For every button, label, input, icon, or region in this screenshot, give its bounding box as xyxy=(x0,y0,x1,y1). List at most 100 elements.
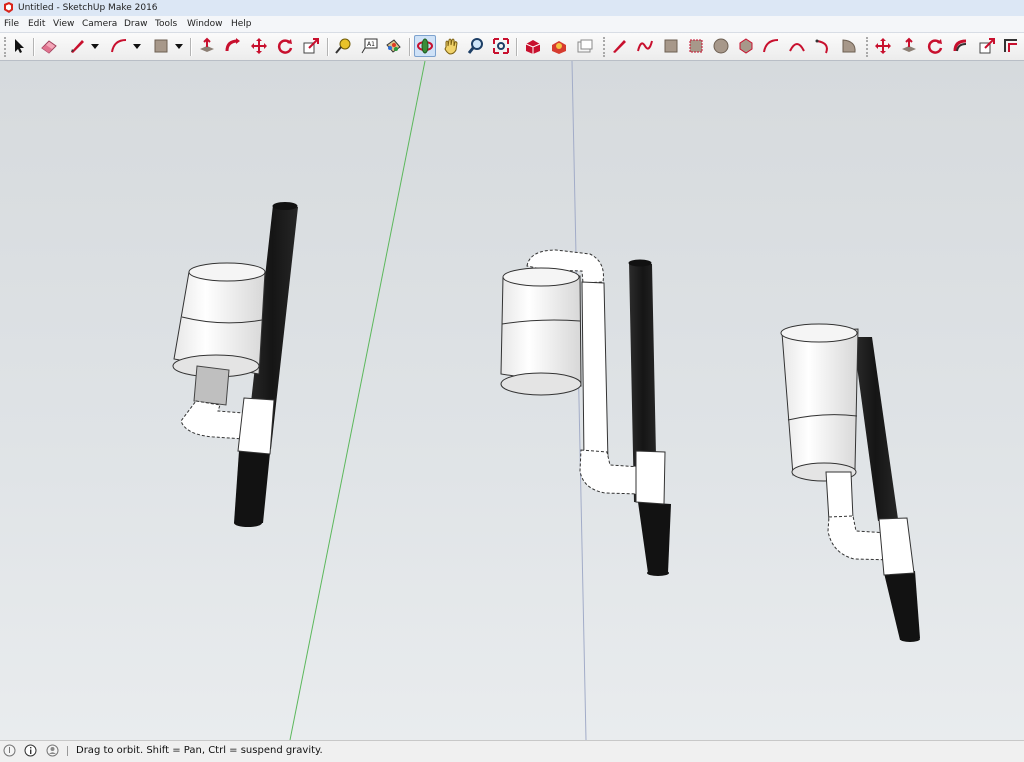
nozzle-tip xyxy=(900,636,920,642)
rotated-rectangle-icon xyxy=(689,39,703,53)
toolbar-grip[interactable] xyxy=(603,37,607,57)
move-tool-button[interactable] xyxy=(248,35,270,57)
pipe-tee xyxy=(878,517,915,576)
canister-top xyxy=(780,323,858,343)
tape-measure-tool-button[interactable] xyxy=(332,35,354,57)
pipe-tee xyxy=(635,450,666,505)
tube-top-cap xyxy=(628,259,652,267)
circle-icon xyxy=(713,38,729,54)
paint-bucket-icon xyxy=(386,39,401,53)
toolbar-grip[interactable] xyxy=(866,37,870,57)
paint-bucket-tool-button[interactable] xyxy=(382,35,404,57)
offset-icon xyxy=(1004,39,1017,52)
nozzle-tip xyxy=(234,519,262,527)
black-tube xyxy=(853,337,898,521)
nozzle-tip xyxy=(647,570,669,576)
canister-top xyxy=(188,262,266,282)
3-point-arc-tool-button[interactable] xyxy=(812,35,834,57)
arc-2-tool-button[interactable] xyxy=(760,35,782,57)
title-bar: Untitled - SketchUp Make 2016 xyxy=(0,0,1024,17)
follow-me-tool-button[interactable] xyxy=(222,35,244,57)
select-arrow-icon xyxy=(15,39,24,53)
freehand-tool-button[interactable] xyxy=(634,35,656,57)
pie-tool-button[interactable] xyxy=(838,35,860,57)
tube-nozzle xyxy=(884,571,920,640)
eraser-icon xyxy=(41,40,57,54)
scale-icon xyxy=(979,38,995,54)
orbit-tool-button[interactable] xyxy=(414,35,436,57)
model-scene xyxy=(172,61,920,740)
push-pull-icon xyxy=(902,37,916,52)
main-toolbar: A1 xyxy=(0,33,1024,61)
push-pull-2-tool-button[interactable] xyxy=(898,35,920,57)
geo-location-icon[interactable] xyxy=(3,744,16,757)
line-tool-button[interactable] xyxy=(66,35,88,57)
menu-tools[interactable]: Tools xyxy=(155,17,177,31)
select-tool-button[interactable] xyxy=(8,35,30,57)
zoom-extents-tool-button[interactable] xyxy=(490,35,512,57)
filter-assembly-3[interactable] xyxy=(780,323,920,642)
text-tool-button[interactable]: A1 xyxy=(358,35,380,57)
menu-draw[interactable]: Draw xyxy=(124,17,148,31)
offset-tool-button[interactable] xyxy=(1000,35,1022,57)
rotate-icon xyxy=(927,39,943,54)
menu-edit[interactable]: Edit xyxy=(28,17,45,31)
filter-assembly-1[interactable] xyxy=(172,202,298,527)
circle-tool-button[interactable] xyxy=(710,35,732,57)
zoom-tool-button[interactable] xyxy=(465,35,487,57)
menu-view[interactable]: View xyxy=(53,17,74,31)
eraser-tool-button[interactable] xyxy=(38,35,60,57)
layout-icon xyxy=(577,39,593,53)
menu-help[interactable]: Help xyxy=(231,17,252,31)
pencil-icon xyxy=(71,40,84,53)
scale-tool-button[interactable] xyxy=(300,35,322,57)
follow-me-icon xyxy=(953,39,967,52)
toolbar-separator xyxy=(190,38,192,56)
menu-file[interactable]: File xyxy=(4,17,19,31)
send-to-layout-button[interactable] xyxy=(574,35,596,57)
status-message: Drag to orbit. Shift = Pan, Ctrl = suspe… xyxy=(76,745,323,756)
rectangle-icon xyxy=(664,39,678,53)
extension-warehouse-button[interactable] xyxy=(548,35,570,57)
rectangle-tool-button[interactable] xyxy=(150,35,172,57)
filter-assembly-2[interactable] xyxy=(500,249,671,576)
arc-icon xyxy=(763,39,779,53)
rotate-2-tool-button[interactable] xyxy=(924,35,946,57)
green-axis xyxy=(289,61,426,740)
line-dropdown[interactable] xyxy=(90,35,100,57)
pipe-tee xyxy=(237,397,275,455)
rectangle-icon xyxy=(154,39,168,53)
arc-tool-button[interactable] xyxy=(108,35,130,57)
toolbar-separator xyxy=(33,38,35,56)
push-pull-tool-button[interactable] xyxy=(196,35,218,57)
drawing-area[interactable] xyxy=(0,61,1024,740)
pan-tool-button[interactable] xyxy=(440,35,462,57)
tape-measure-icon xyxy=(335,38,351,54)
hand-icon xyxy=(444,38,458,55)
shape-dropdown[interactable] xyxy=(174,35,184,57)
push-pull-icon xyxy=(200,37,214,52)
menu-window[interactable]: Window xyxy=(187,17,223,31)
text-label-icon: A1 xyxy=(361,38,378,54)
pencil-line-tool-button[interactable] xyxy=(608,35,630,57)
polygon-tool-button[interactable] xyxy=(735,35,757,57)
warehouse-button[interactable] xyxy=(522,35,544,57)
orbit-icon xyxy=(417,38,433,54)
user-account-icon[interactable] xyxy=(46,744,59,757)
2-point-arc-tool-button[interactable] xyxy=(786,35,808,57)
status-separator xyxy=(67,746,68,756)
info-icon[interactable] xyxy=(24,744,37,757)
toolbar-separator xyxy=(327,38,329,56)
two-point-arc-icon xyxy=(789,43,805,52)
magnifier-icon xyxy=(467,38,483,54)
follow-me-2-tool-button[interactable] xyxy=(950,35,972,57)
vertical-pipe xyxy=(825,471,854,522)
arc-dropdown[interactable] xyxy=(132,35,142,57)
move-2-tool-button[interactable] xyxy=(872,35,894,57)
svg-text:A1: A1 xyxy=(367,41,375,48)
rotate-tool-button[interactable] xyxy=(274,35,296,57)
rectangle-2-tool-button[interactable] xyxy=(660,35,682,57)
scale-2-tool-button[interactable] xyxy=(976,35,998,57)
rotated-rectangle-tool-button[interactable] xyxy=(685,35,707,57)
menu-camera[interactable]: Camera xyxy=(82,17,117,31)
